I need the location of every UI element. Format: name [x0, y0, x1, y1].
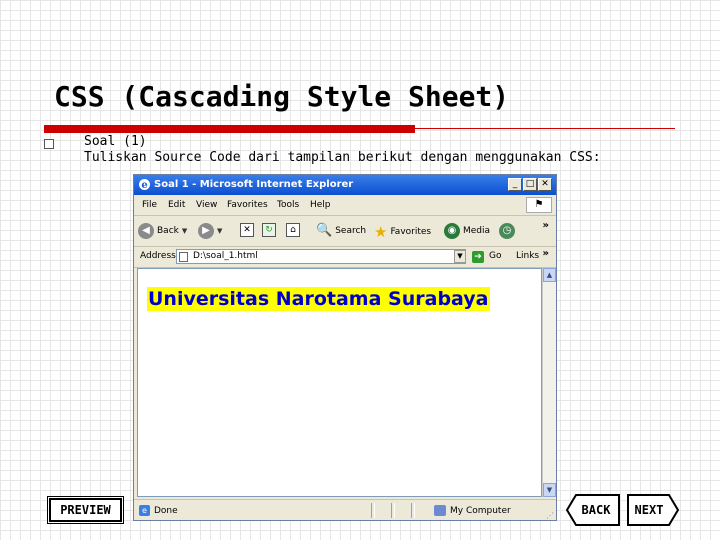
zone-text: My Computer — [450, 506, 511, 516]
stop-button[interactable]: ✕ — [240, 223, 254, 237]
question-label: Soal (1) — [84, 134, 147, 149]
menu-tools[interactable]: Tools — [277, 200, 299, 210]
forward-arrow-icon: ▶ — [198, 223, 214, 239]
search-button[interactable]: 🔍 Search — [316, 223, 366, 238]
favorites-button[interactable]: ★ Favorites — [374, 223, 431, 241]
status-separators — [371, 503, 415, 518]
go-arrow-icon[interactable]: ➔ — [472, 251, 484, 263]
slide-title: CSS (Cascading Style Sheet) — [54, 80, 510, 113]
windows-flag-icon: ⚑ — [526, 197, 552, 213]
menu-view[interactable]: View — [196, 200, 217, 210]
address-input[interactable]: D:\soal_1.html — [176, 249, 466, 264]
media-button[interactable]: ◉ Media — [444, 223, 490, 239]
next-label: NEXT — [634, 503, 664, 517]
refresh-icon: ↻ — [262, 223, 276, 237]
page-icon — [179, 252, 188, 262]
status-bar: e Done My Computer ⋰ — [134, 499, 556, 522]
title-underline-line — [415, 128, 675, 129]
media-label: Media — [463, 226, 491, 236]
status-text: Done — [154, 506, 178, 516]
standard-toolbar: ◀ Back ▼ ▶ ▼ ✕ ↻ ⌂ 🔍 Search ★ Favorites … — [134, 216, 556, 247]
address-dropdown-icon[interactable]: ▼ — [454, 250, 466, 263]
menu-help[interactable]: Help — [310, 200, 331, 210]
search-label: Search — [335, 225, 367, 236]
back-button[interactable]: BACK — [566, 494, 620, 526]
preview-button[interactable]: PREVIEW — [47, 496, 124, 524]
back-arrow-icon: ◀ — [138, 223, 154, 239]
home-icon: ⌂ — [286, 223, 300, 237]
chevron-down-icon: ▼ — [181, 227, 188, 235]
forward-nav-button[interactable]: ▶ ▼ — [198, 223, 222, 239]
history-icon: ◷ — [499, 223, 515, 239]
favorites-label: Favorites — [390, 227, 432, 237]
home-button[interactable]: ⌂ — [286, 223, 300, 237]
menu-favorites[interactable]: Favorites — [227, 200, 268, 210]
favorites-star-icon: ★ — [374, 223, 388, 241]
go-button[interactable]: Go — [489, 251, 501, 261]
media-icon: ◉ — [444, 223, 460, 239]
close-icon[interactable]: ✕ — [538, 178, 552, 191]
ie-logo-icon: e — [139, 179, 150, 191]
page-content: Universitas Narotama Surabaya — [137, 268, 542, 497]
resize-grip-icon[interactable]: ⋰ — [546, 511, 554, 520]
window-title: Soal 1 - Microsoft Internet Explorer — [154, 179, 354, 190]
content-heading: Universitas Narotama Surabaya — [147, 287, 490, 311]
question-instruction: Tuliskan Source Code dari tampilan berik… — [84, 150, 601, 165]
maximize-icon[interactable]: □ — [523, 178, 537, 191]
search-icon: 🔍 — [316, 223, 333, 238]
minimize-icon[interactable]: _ — [508, 178, 522, 191]
scroll-up-icon[interactable]: ▲ — [543, 268, 556, 282]
links-overflow-icon[interactable]: » — [543, 248, 549, 259]
menu-edit[interactable]: Edit — [168, 200, 185, 210]
chevron-down-icon: ▼ — [217, 227, 223, 235]
toolbar-overflow-icon[interactable]: » — [543, 220, 549, 231]
next-button[interactable]: NEXT — [627, 494, 679, 526]
window-titlebar: e Soal 1 - Microsoft Internet Explorer _… — [134, 175, 556, 195]
back-nav-button[interactable]: ◀ Back ▼ — [138, 223, 187, 239]
menu-bar: File Edit View Favorites Tools Help ⚑ — [134, 195, 556, 216]
history-button[interactable]: ◷ — [499, 223, 515, 239]
browser-screenshot-window: e Soal 1 - Microsoft Internet Explorer _… — [133, 174, 557, 521]
back-label: BACK — [581, 503, 611, 517]
stop-icon: ✕ — [240, 223, 254, 237]
address-label: Address — [140, 251, 176, 261]
bullet-square-icon — [44, 139, 54, 149]
svg-text:e: e — [141, 180, 147, 191]
refresh-button[interactable]: ↻ — [262, 223, 276, 237]
menu-file[interactable]: File — [142, 200, 157, 210]
address-bar: Address D:\soal_1.html ▼ ➔ Go Links » — [134, 247, 556, 268]
scroll-down-icon[interactable]: ▼ — [543, 483, 556, 497]
vertical-scrollbar[interactable]: ▲ ▼ — [542, 268, 556, 497]
computer-zone-icon — [434, 505, 446, 516]
title-underline-bar — [44, 125, 415, 133]
page-done-icon: e — [139, 505, 150, 516]
links-button[interactable]: Links — [516, 251, 539, 261]
back-nav-label: Back — [157, 226, 179, 236]
